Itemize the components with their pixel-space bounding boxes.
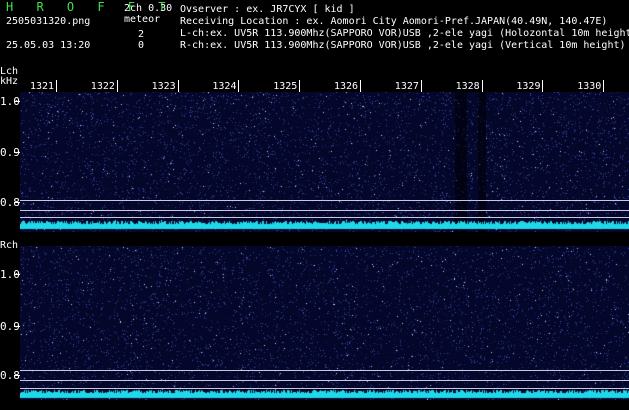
time-tick-label: 1325 <box>273 81 298 92</box>
filename: 2505031320.png <box>6 16 91 27</box>
time-tick-label: 1330 <box>577 81 602 92</box>
lch-unit: kHz <box>0 76 19 87</box>
time-tick <box>116 80 118 92</box>
time-tick <box>56 80 57 92</box>
rch-ytick <box>14 326 20 327</box>
rch-waterfall <box>20 246 629 400</box>
time-tick-label: 1322 <box>90 81 115 92</box>
time-tick-label: 1324 <box>212 81 237 92</box>
rch-label: Rch <box>0 240 19 251</box>
time-tick <box>360 80 361 92</box>
time-tick-label: 1323 <box>151 81 176 92</box>
rch-ytick <box>14 274 20 275</box>
time-axis: 1321 1322 1323 1324 1325 1326 1327 1328 1329 1330 <box>20 80 629 92</box>
lch-waterfall <box>20 92 629 232</box>
location-line: Receiving Location : ex. Aomori City Aom… <box>180 16 608 27</box>
meteor-count-rch: 0 <box>138 40 145 51</box>
meteor-label: meteor <box>124 14 161 25</box>
time-tick-label: 1326 <box>334 81 359 92</box>
time-tick <box>542 80 544 92</box>
channel-mode: 2ch 0.30 <box>124 3 173 14</box>
lch-info-line: L-ch:ex. UV5R 113.900Mhz(SAPPORO VOR)USB… <box>180 28 629 39</box>
time-tick-label: 1321 <box>30 81 55 92</box>
lch-ytick <box>14 101 20 102</box>
time-tick <box>481 80 483 92</box>
observer-line: Ovserver : ex. JR7CYX [ kid ] <box>180 4 355 15</box>
datetime: 25.05.03 13:20 <box>6 40 91 51</box>
rch-info-line: R-ch:ex. UV5R 113.900Mhz(SAPPORO VOR)USB… <box>180 40 626 51</box>
rch-baseline <box>20 246 629 400</box>
time-tick <box>603 80 605 92</box>
rch-ytick <box>14 375 20 376</box>
time-tick-label: 1328 <box>455 81 480 92</box>
lch-ytick <box>14 152 20 153</box>
time-tick <box>299 80 301 92</box>
time-tick <box>238 80 240 92</box>
time-tick <box>420 80 422 92</box>
meteor-count-lch: 2 <box>138 29 145 40</box>
time-tick-label: 1329 <box>516 81 541 92</box>
lch-ytick <box>14 202 20 203</box>
lch-baseline <box>20 92 629 232</box>
time-tick <box>177 80 179 92</box>
time-tick-label: 1327 <box>394 81 419 92</box>
